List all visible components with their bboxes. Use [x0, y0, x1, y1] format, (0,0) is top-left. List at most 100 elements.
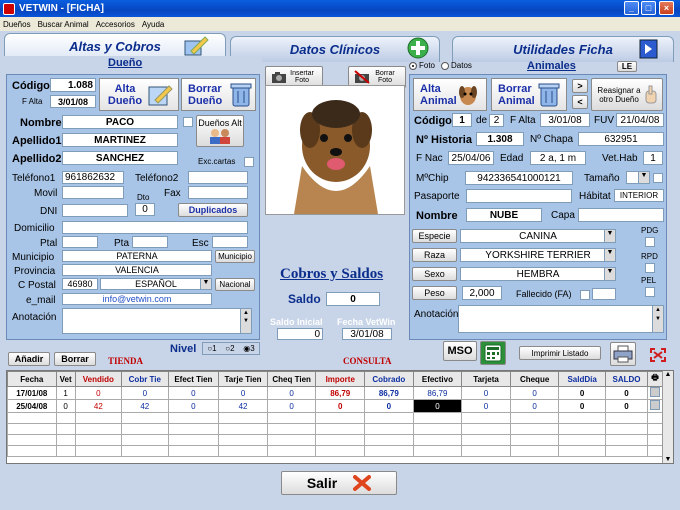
le-button[interactable]: LE	[617, 61, 637, 72]
borrar-dueno-button[interactable]: Borrar Dueño	[181, 78, 256, 111]
esc-field[interactable]	[212, 236, 248, 248]
exc-cartas-checkbox[interactable]	[244, 157, 254, 167]
saldo-inicial-field[interactable]: 0	[277, 328, 323, 340]
menu-accesorios[interactable]: Accesorios	[96, 20, 135, 29]
owner-apellido1-field[interactable]: MARTINEZ	[62, 133, 178, 147]
col-print[interactable]: 🖶	[647, 371, 663, 387]
col-cobr-tie[interactable]: Cobr Tie	[121, 371, 169, 387]
prev-animal-button[interactable]: <	[572, 95, 588, 109]
borrar-linea-button[interactable]: Borrar	[54, 352, 96, 366]
fallecido-checkbox[interactable]	[580, 290, 590, 300]
col-efectivo[interactable]: Efectivo	[412, 371, 463, 387]
table-scrollbar[interactable]: ▲ ▼	[662, 371, 673, 463]
cpostal-field[interactable]: 46980	[62, 278, 98, 290]
saldo-field[interactable]: 0	[326, 292, 380, 306]
minimize-icon[interactable]: _	[624, 1, 639, 15]
chapa-field[interactable]: 632951	[578, 132, 664, 146]
table-row[interactable]	[7, 412, 663, 424]
table-row[interactable]	[7, 445, 663, 457]
rpd-checkbox[interactable]	[645, 263, 655, 273]
raza-select[interactable]: YORKSHIRE TERRIER ▼	[460, 248, 616, 262]
nivel-option-3[interactable]: ◉3	[243, 344, 254, 353]
anadir-button[interactable]: Añadir	[8, 352, 50, 366]
peso-button[interactable]: Peso	[412, 286, 457, 300]
col-saldo[interactable]: SALDO	[604, 371, 649, 387]
habitat-field[interactable]: INTERIOR	[614, 189, 664, 202]
nivel-option-1[interactable]: ○1	[207, 344, 216, 353]
dto-field[interactable]: 0	[135, 203, 155, 216]
table-row[interactable]: 25/04/08 0 42 42 0 42 0 0 0 0 0 0 0 0	[7, 399, 663, 413]
radio-foto[interactable]	[409, 61, 417, 70]
reasignar-button[interactable]: Reasignar a otro Dueño	[591, 78, 663, 111]
close-icon[interactable]: ×	[659, 1, 674, 15]
duenos-alt-button[interactable]: Dueños Alt	[196, 115, 244, 147]
nivel-option-2[interactable]: ○2	[225, 344, 234, 353]
ptal-field[interactable]	[62, 236, 98, 248]
owner-anotacion-field[interactable]: ▲ ▼	[62, 308, 252, 334]
salir-button[interactable]: Salir	[281, 471, 397, 495]
owner-codigo-field[interactable]: 1.088	[50, 78, 96, 92]
col-vendido[interactable]: Vendido	[74, 371, 123, 387]
provincia-field[interactable]: VALENCIA	[62, 264, 212, 276]
especie-button[interactable]: Especie	[412, 229, 457, 243]
menu-buscar-animal[interactable]: Buscar Animal	[38, 20, 89, 29]
menu-duenos[interactable]: Dueños	[3, 20, 31, 29]
owner-nombre-checkbox[interactable]	[183, 117, 193, 127]
printer-button[interactable]	[610, 342, 636, 366]
col-salddia[interactable]: SaldDía	[558, 371, 606, 387]
alta-dueno-button[interactable]: Alta Dueño	[99, 78, 179, 111]
raza-button[interactable]: Raza	[412, 248, 457, 262]
peso-field[interactable]: 2,000	[462, 286, 502, 300]
historia-field[interactable]: 1.308	[476, 132, 524, 146]
scroll-down-icon[interactable]: ▼	[663, 456, 673, 463]
chip-field[interactable]: 942336541000121	[465, 171, 573, 185]
fax-field[interactable]	[188, 186, 248, 199]
movil-field[interactable]	[62, 186, 124, 199]
owner-falta-field[interactable]: 3/01/08	[50, 95, 96, 108]
borrar-animal-button[interactable]: Borrar Animal	[491, 78, 567, 111]
fallecido-fecha-field[interactable]	[592, 288, 616, 300]
mso-button[interactable]: MSO	[443, 341, 477, 361]
tamano-select[interactable]: ▼	[626, 171, 650, 184]
animal-anotacion-field[interactable]: ▲ ▼	[458, 305, 664, 333]
domicilio-field[interactable]	[62, 221, 248, 234]
duplicados-button[interactable]: Duplicados	[178, 203, 248, 217]
expand-icon[interactable]	[650, 348, 666, 362]
sexo-button[interactable]: Sexo	[412, 267, 457, 281]
table-row[interactable]: 17/01/08 1 0 0 0 0 0 86,79 86,79 86,79 0…	[7, 386, 663, 400]
tab-utilidades-ficha[interactable]: Utilidades Ficha	[452, 36, 674, 62]
tamano-checkbox[interactable]	[653, 173, 663, 183]
especie-select[interactable]: CANINA ▼	[460, 229, 616, 243]
col-importe[interactable]: Importe	[315, 371, 366, 387]
municipio-field[interactable]: PATERNA	[62, 250, 212, 262]
menu-ayuda[interactable]: Ayuda	[142, 20, 165, 29]
scroll-up-icon[interactable]: ▲	[663, 371, 673, 378]
row-print-checkbox[interactable]	[650, 387, 661, 397]
calculator-button[interactable]	[480, 341, 506, 365]
animal-codigo-field[interactable]: 1	[452, 113, 472, 127]
next-animal-button[interactable]: >	[572, 79, 588, 93]
radio-datos[interactable]	[441, 61, 450, 70]
pta-field[interactable]	[132, 236, 168, 248]
animal-nombre-field[interactable]: NUBE	[466, 208, 542, 222]
col-tarje-tien[interactable]: Tarje Tien	[218, 371, 268, 387]
sexo-select[interactable]: HEMBRA ▼	[460, 267, 616, 281]
col-fecha[interactable]: Fecha	[7, 371, 57, 387]
telefono1-field[interactable]: 961862632	[62, 171, 124, 184]
imprimir-listado-button[interactable]: Imprimir Listado	[519, 346, 601, 360]
animal-falta-field[interactable]: 3/01/08	[540, 113, 590, 127]
capa-field[interactable]	[578, 208, 664, 222]
row-print-checkbox[interactable]	[650, 400, 661, 410]
municipio-button[interactable]: Municipio	[215, 250, 255, 263]
fnac-field[interactable]: 25/04/06	[448, 151, 494, 165]
pasaporte-field[interactable]	[466, 189, 572, 203]
fuv-field[interactable]: 21/04/08	[616, 113, 664, 127]
col-efect-tien[interactable]: Efect Tien	[167, 371, 220, 387]
table-row[interactable]	[7, 423, 663, 435]
pel-checkbox[interactable]	[645, 287, 655, 297]
pais-select[interactable]: ESPAÑOL ▼	[100, 278, 212, 290]
alta-animal-button[interactable]: Alta Animal	[413, 78, 487, 111]
owner-nombre-field[interactable]: PACO	[62, 115, 178, 129]
pdg-checkbox[interactable]	[645, 237, 655, 247]
vethab-field[interactable]: 1	[643, 151, 663, 165]
